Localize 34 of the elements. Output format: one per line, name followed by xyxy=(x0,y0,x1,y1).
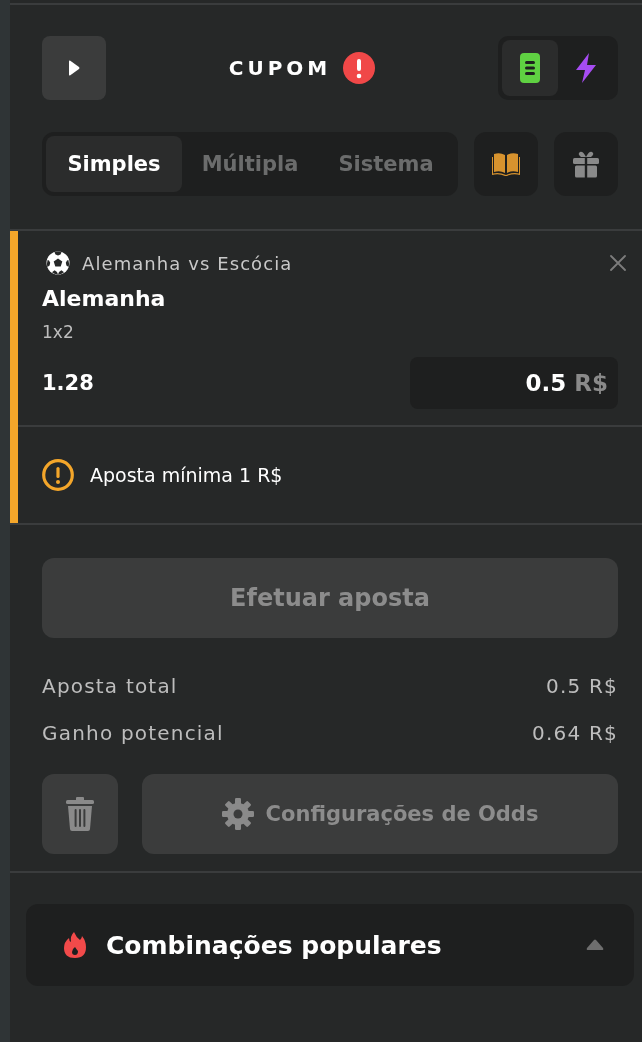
close-icon xyxy=(610,255,626,271)
trash-icon xyxy=(66,797,94,831)
bet-type-tab[interactable]: Múltipla xyxy=(182,136,318,192)
summary-label: Aposta total xyxy=(42,673,178,698)
list-icon xyxy=(520,53,540,83)
remove-button[interactable] xyxy=(610,255,626,271)
mode-button[interactable] xyxy=(502,40,558,96)
fire-icon xyxy=(64,932,86,958)
bet-type-tab[interactable]: Sistema xyxy=(318,136,454,192)
odds-value: 1.28 xyxy=(42,371,94,395)
summary-value: 0.64 R$ xyxy=(532,720,618,745)
collapse-button[interactable] xyxy=(42,36,106,100)
gift-button[interactable] xyxy=(554,132,618,196)
odds-settings-button[interactable]: Configurações de Odds xyxy=(142,774,618,854)
gear-icon xyxy=(221,798,254,830)
popular-combos-header[interactable]: Combinações populares xyxy=(26,904,634,986)
coupon-title: CUPOM xyxy=(228,56,332,80)
caret-up-icon xyxy=(586,939,604,951)
rules-button[interactable] xyxy=(474,132,538,196)
summary-value: 0.5 R$ xyxy=(546,673,618,698)
play-icon xyxy=(68,60,80,76)
gift-icon xyxy=(572,150,600,178)
lightning-icon xyxy=(576,53,596,83)
book-icon xyxy=(492,150,520,178)
summary-label: Ganho potencial xyxy=(42,720,224,745)
stake-input[interactable]: 0.5 R$ xyxy=(410,357,618,409)
bet-type-tab[interactable]: Simples xyxy=(46,136,182,192)
selection-name: Alemanha xyxy=(42,285,167,313)
minimum-bet-warning: Aposta mínima 1 R$ xyxy=(90,464,283,486)
warning-icon xyxy=(42,459,74,491)
market-name: 1x2 xyxy=(42,321,75,344)
match-name: Alemanha vs Escócia xyxy=(82,252,294,274)
delete-button[interactable] xyxy=(42,774,118,854)
soccer-ball-icon xyxy=(46,251,70,275)
